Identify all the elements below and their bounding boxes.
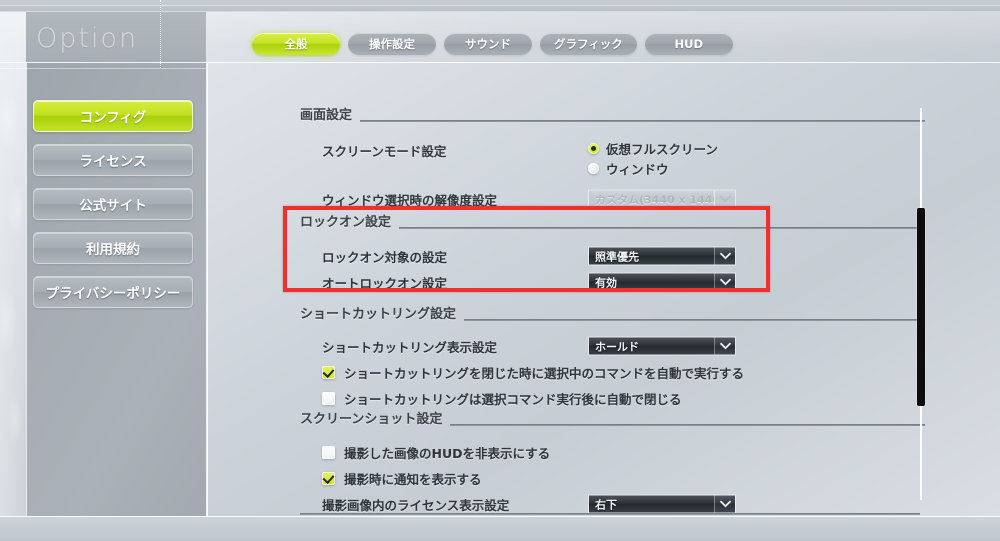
radio-option-window[interactable]: ウィンドウ — [588, 158, 718, 178]
section-title: スクリーンショット設定 — [300, 412, 443, 427]
sidebar-item-official-site[interactable]: 公式サイト — [33, 188, 193, 220]
page-title: Option — [36, 23, 139, 54]
row-label: 撮影画像内のライセンス表示設定 — [322, 497, 510, 513]
header-dotted-divider — [160, 0, 161, 68]
tab-label: 操作設定 — [369, 37, 415, 51]
checkbox-label: 撮影した画像のHUDを非表示にする — [344, 445, 551, 461]
chevron-down-icon — [714, 190, 735, 208]
section-title: ロックオン設定 — [300, 215, 392, 230]
tab-hud[interactable]: HUD — [644, 33, 733, 55]
row-resolution: ウィンドウ選択時の解像度設定 カスタム(3440 x 1440) — [300, 186, 925, 212]
sidebar-item-label: コンフィグ — [79, 110, 147, 126]
sidebar: コンフィグ ライセンス 公式サイト 利用規約 プライバシーポリシー — [33, 100, 198, 320]
radio-selected-icon — [588, 142, 599, 154]
chevron-down-icon — [714, 495, 735, 513]
scrollbar-thumb[interactable] — [917, 208, 925, 406]
sidebar-item-config[interactable]: コンフィグ — [33, 100, 193, 132]
section-screen: 画面設定 スクリーンモード設定 仮想フルスクリーン ウィンドウ ウィンドウ選択時… — [300, 104, 925, 212]
dropdown-value: 右下 — [589, 495, 714, 513]
sidebar-item-privacy-policy[interactable]: プライバシーポリシー — [33, 276, 193, 308]
checkbox-ring-auto-execute[interactable]: ショートカットリングを閉じた時に選択中のコマンドを自動で実行する — [322, 359, 925, 385]
row-label: オートロックオン設定 — [322, 275, 448, 291]
checkbox-checked-icon — [322, 365, 335, 379]
header-rule-hair — [0, 5, 1000, 6]
row-label: ロックオン対象の設定 — [322, 249, 448, 265]
license-display-dropdown[interactable]: 右下 — [588, 494, 736, 514]
dropdown-value: ホールド — [589, 337, 714, 355]
section-header: ショートカットリング設定 — [300, 303, 925, 325]
checkbox-label: ショートカットリングは選択コマンド実行後に自動で閉じる — [344, 391, 682, 407]
radio-label: ウィンドウ — [606, 161, 669, 177]
radio-unselected-icon — [588, 162, 599, 174]
sidebar-item-license[interactable]: ライセンス — [33, 144, 193, 176]
chevron-down-icon — [714, 337, 735, 355]
header-rule-top — [0, 11, 1000, 12]
sidebar-item-label: プライバシーポリシー — [45, 286, 181, 302]
left-edge-divider — [26, 63, 27, 516]
row-label: ウィンドウ選択時の解像度設定 — [322, 192, 498, 208]
sidebar-item-label: 利用規約 — [86, 242, 140, 258]
bottom-band — [0, 516, 1000, 541]
dropdown-value: 照準優先 — [589, 247, 714, 265]
checkbox-checked-icon — [322, 471, 335, 485]
bottom-rule — [300, 513, 920, 515]
section-header: ロックオン設定 — [300, 211, 925, 233]
checkbox-label: 撮影時に通知を表示する — [344, 471, 482, 487]
screen-mode-radio-group: 仮想フルスクリーン ウィンドウ — [588, 138, 718, 178]
section-underline — [360, 120, 925, 122]
row-label: スクリーンモード設定 — [322, 144, 447, 159]
section-shortcut-ring: ショートカットリング設定 ショートカットリング表示設定 ホールド ショートカット… — [300, 303, 925, 411]
dropdown-value: 有効 — [589, 273, 714, 291]
checkbox-label: ショートカットリングを閉じた時に選択中のコマンドを自動で実行する — [344, 365, 745, 381]
settings-content: 画面設定 スクリーンモード設定 仮想フルスクリーン ウィンドウ ウィンドウ選択時… — [208, 63, 1000, 516]
tab-controls[interactable]: 操作設定 — [348, 33, 436, 55]
decorative-flourish — [0, 0, 26, 541]
checkbox-hide-hud[interactable]: 撮影した画像のHUDを非表示にする — [322, 439, 925, 465]
row-screen-mode: スクリーンモード設定 仮想フルスクリーン ウィンドウ — [300, 138, 925, 186]
resolution-dropdown[interactable]: カスタム(3440 x 1440) — [588, 189, 736, 209]
tab-label: サウンド — [465, 37, 511, 51]
section-underline — [464, 319, 925, 321]
row-auto-lockon: オートロックオン設定 有効 — [300, 269, 925, 295]
row-ring-display: ショートカットリング表示設定 ホールド — [300, 333, 925, 359]
auto-lockon-dropdown[interactable]: 有効 — [588, 272, 736, 292]
tab-general[interactable]: 全般 — [252, 33, 340, 55]
tab-sound[interactable]: サウンド — [444, 33, 532, 55]
sidebar-item-label: 公式サイト — [79, 198, 147, 214]
lockon-target-dropdown[interactable]: 照準優先 — [588, 246, 736, 266]
settings-list: 画面設定 スクリーンモード設定 仮想フルスクリーン ウィンドウ ウィンドウ選択時… — [208, 63, 1000, 516]
ring-display-dropdown[interactable]: ホールド — [588, 336, 736, 356]
radio-option-virtual-fullscreen[interactable]: 仮想フルスクリーン — [588, 138, 718, 158]
sidebar-item-terms-of-use[interactable]: 利用規約 — [33, 232, 193, 264]
row-label: ショートカットリング表示設定 — [322, 339, 498, 355]
section-underline — [450, 424, 925, 426]
tab-label: グラフィック — [554, 37, 623, 51]
row-lockon-target: ロックオン対象の設定 照準優先 — [300, 243, 925, 269]
checkbox-unchecked-icon — [322, 391, 335, 405]
section-title: ショートカットリング設定 — [300, 307, 457, 322]
tab-label: 全般 — [284, 37, 308, 51]
radio-label: 仮想フルスクリーン — [606, 141, 718, 157]
section-screenshot: スクリーンショット設定 撮影した画像のHUDを非表示にする 撮影時に通知を表示す… — [300, 408, 925, 516]
checkbox-show-notification[interactable]: 撮影時に通知を表示する — [322, 465, 925, 491]
tab-bar: 全般 操作設定 サウンド グラフィック HUD — [252, 33, 733, 55]
section-underline — [399, 227, 925, 229]
section-title: 画面設定 — [300, 108, 353, 123]
option-screen: Option 全般 操作設定 サウンド グラフィック HUD コンフィグ ライセ… — [0, 0, 1000, 541]
sidebar-item-label: ライセンス — [79, 154, 147, 170]
tab-label: HUD — [674, 37, 704, 51]
chevron-down-icon — [714, 247, 735, 265]
chevron-down-icon — [714, 273, 735, 291]
section-header: スクリーンショット設定 — [300, 408, 925, 430]
section-header: 画面設定 — [300, 104, 925, 126]
tab-graphics[interactable]: グラフィック — [540, 33, 637, 55]
section-lockon: ロックオン設定 ロックオン対象の設定 照準優先 オートロックオン設定 有効 — [300, 211, 925, 295]
bottom-hairline — [0, 516, 1000, 517]
dropdown-value: カスタム(3440 x 1440) — [589, 190, 714, 208]
checkbox-unchecked-icon — [322, 445, 335, 459]
